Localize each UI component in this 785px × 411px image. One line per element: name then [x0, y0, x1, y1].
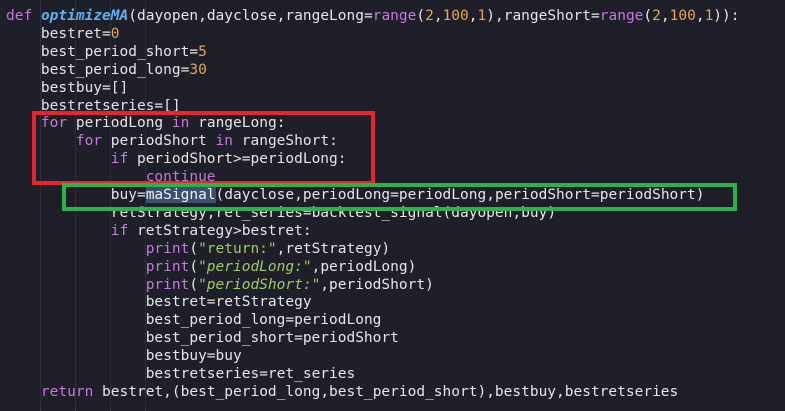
code-line: bestbuy=buy [145, 348, 242, 365]
code-line: best_period_short=5 [40, 43, 207, 60]
code-line: print("periodShort:",periodShort) [145, 276, 434, 293]
code-editor[interactable]: def optimizeMA(dayopen,dayclose,rangeLon… [0, 0, 785, 411]
code-line: bestbuy=[] [40, 79, 129, 96]
code-line: retStrategy,ret_series=backtest_signal(d… [110, 204, 557, 221]
code-line: print("return:",retStrategy) [145, 240, 391, 257]
code-line: buy=maSignal(dayclose,periodLong=periodL… [110, 187, 705, 203]
code-line: best_period_short=periodShort [145, 330, 399, 347]
code-line: best_period_long=periodLong [145, 312, 382, 329]
code-line: if periodShort>=periodLong: [110, 151, 347, 168]
code-line: bestret=0 [40, 25, 120, 42]
code-line: best_period_long=30 [40, 61, 207, 78]
code-line: for periodShort in rangeShort: [75, 133, 338, 150]
code-line: bestret=retStrategy [145, 294, 312, 311]
code-line: print("periodLong:",periodLong) [145, 258, 417, 275]
selected-token: maSignal [145, 187, 216, 203]
code-line: def optimizeMA(dayopen,dayclose,rangeLon… [6, 8, 740, 24]
code-line: bestretseries=ret_series [145, 366, 356, 382]
code-line: continue [145, 169, 216, 186]
code-line: for periodLong in rangeLong: [40, 115, 286, 132]
code-line: if retStrategy>bestret: [110, 222, 312, 239]
code-line: return bestret,(best_period_long,best_pe… [40, 383, 679, 400]
code-line: bestretseries=[] [40, 97, 181, 114]
